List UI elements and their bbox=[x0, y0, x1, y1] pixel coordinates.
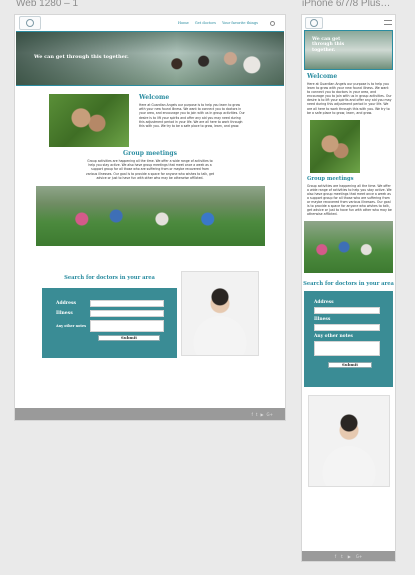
mobile-notes-label: Any other notes bbox=[314, 334, 353, 340]
mobile-group-meetings-body: Group activities are happening all the t… bbox=[307, 183, 392, 217]
google-plus-icon[interactable]: G+ bbox=[356, 554, 362, 559]
welcome-section: Welcome Here at Guardian Angels our purp… bbox=[15, 86, 285, 147]
mobile-doctor-image bbox=[308, 395, 390, 488]
group-meetings-section: Group meetings Group activities are happ… bbox=[15, 147, 285, 180]
hero-text: We can get through this together. bbox=[34, 54, 129, 60]
group-meetings-body: Group activities are happening all the t… bbox=[85, 159, 215, 180]
notes-label: Any other notes bbox=[56, 324, 87, 329]
youtube-icon[interactable]: ▶ bbox=[348, 554, 351, 559]
site-header: Home Get doctors Your favorite things bbox=[15, 15, 285, 31]
site-logo[interactable] bbox=[19, 16, 41, 30]
mobile-doctor-search-form: Address Illness Any other notes Submit bbox=[304, 291, 393, 388]
group-activity-image bbox=[36, 186, 265, 247]
address-label: Address bbox=[56, 301, 77, 307]
logo-mark-icon bbox=[26, 19, 34, 27]
logo-mark-icon bbox=[310, 18, 318, 27]
mobile-address-field[interactable] bbox=[314, 307, 380, 315]
illness-label: Illness bbox=[56, 311, 73, 317]
group-meetings-title: Group meetings bbox=[123, 150, 177, 157]
mobile-search-title: Search for doctors in your area bbox=[303, 280, 394, 287]
mobile-hero-text: We can get through this together. bbox=[312, 37, 345, 53]
twitter-icon[interactable]: t bbox=[256, 412, 258, 417]
facebook-icon[interactable]: f bbox=[335, 554, 336, 559]
desktop-artboard-label[interactable]: Web 1280 – 1 bbox=[16, 0, 78, 9]
address-field[interactable] bbox=[90, 300, 164, 308]
hero-banner: We can get through this together. bbox=[16, 31, 284, 86]
site-footer: f t ▶ G+ bbox=[15, 408, 285, 420]
doctor-search-form: Address Illness Any other notes Submit bbox=[42, 288, 177, 359]
welcome-image bbox=[49, 94, 129, 147]
mobile-footer: f t ▶ G+ bbox=[302, 551, 395, 561]
desktop-artboard[interactable]: Home Get doctors Your favorite things We… bbox=[14, 14, 286, 421]
welcome-body: Here at Guardian Angels our purpose is t… bbox=[139, 103, 245, 129]
notes-field[interactable] bbox=[90, 320, 164, 333]
doctor-search-section: Search for doctors in your area Address … bbox=[42, 271, 285, 359]
mobile-site-logo[interactable] bbox=[305, 16, 323, 29]
mobile-group-activity-image bbox=[304, 220, 393, 273]
mobile-illness-label: Illness bbox=[314, 317, 331, 323]
google-plus-icon[interactable]: G+ bbox=[267, 412, 273, 417]
search-title: Search for doctors in your area bbox=[64, 275, 155, 282]
main-nav: Home Get doctors Your favorite things bbox=[178, 20, 275, 26]
nav-get-doctors[interactable]: Get doctors bbox=[195, 21, 216, 25]
hamburger-menu-icon[interactable] bbox=[384, 20, 392, 25]
mobile-header bbox=[302, 15, 395, 30]
mobile-welcome-body: Here at Guardian Angels our purpose is t… bbox=[307, 82, 392, 115]
mobile-welcome-image bbox=[310, 119, 360, 173]
mobile-hero-banner: We can get through this together. bbox=[304, 30, 393, 70]
mobile-group-meetings-title: Group meetings bbox=[307, 175, 354, 182]
nav-home[interactable]: Home bbox=[178, 21, 189, 25]
mobile-artboard[interactable]: We can get through this together. Welcom… bbox=[301, 14, 396, 562]
doctor-image bbox=[181, 271, 259, 357]
mobile-illness-field[interactable] bbox=[314, 324, 380, 332]
twitter-icon[interactable]: t bbox=[341, 554, 343, 559]
mobile-artboard-label[interactable]: iPhone 6/7/8 Plus… bbox=[302, 0, 390, 9]
welcome-title: Welcome bbox=[139, 94, 170, 101]
facebook-icon[interactable]: f bbox=[251, 412, 252, 417]
youtube-icon[interactable]: ▶ bbox=[260, 412, 263, 417]
mobile-welcome-title: Welcome bbox=[307, 73, 338, 80]
search-icon[interactable] bbox=[270, 20, 275, 26]
submit-button[interactable]: Submit bbox=[98, 335, 160, 342]
mobile-submit-button[interactable]: Submit bbox=[328, 362, 372, 369]
mobile-address-label: Address bbox=[314, 300, 334, 306]
nav-favorite-things[interactable]: Your favorite things bbox=[222, 21, 258, 25]
mobile-notes-field[interactable] bbox=[314, 341, 380, 357]
illness-field[interactable] bbox=[90, 310, 164, 318]
